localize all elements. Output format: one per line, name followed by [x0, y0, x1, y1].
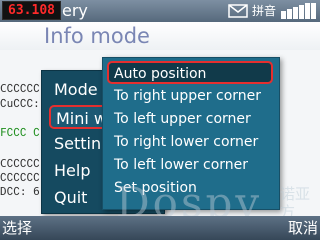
submenu-item-auto-position[interactable]: Auto position: [107, 61, 273, 84]
background-text-line: C∁∁∁∁∁∁: [0, 82, 40, 95]
submenu-item-left-lower[interactable]: To left lower corner: [114, 154, 274, 177]
submenu-item-right-lower[interactable]: To right lower corner: [114, 131, 274, 154]
red-counter-display: 63.108: [2, 1, 61, 20]
softkey-bar: 选择 取消: [0, 216, 320, 240]
envelope-icon: [228, 4, 248, 18]
select-softkey[interactable]: 选择: [2, 216, 32, 240]
background-text-line: ∁∁∁∁∁∁:: [0, 171, 40, 184]
status-bar: 63.108 ery 拼音: [0, 0, 320, 22]
background-text-line: D∁∁: 6: [0, 185, 40, 198]
input-method-indicator: 拼音: [252, 4, 277, 18]
cancel-softkey[interactable]: 取消: [288, 216, 318, 240]
page-title: Info mode: [44, 24, 150, 48]
background-text-line: F∁∁∁ ∁∁: [0, 126, 40, 139]
app-title: ery: [62, 1, 88, 20]
battery-icon: [281, 3, 316, 19]
background-text-line: C∁∁∁∁∁∁∁: [0, 157, 40, 170]
submenu-item-left-upper[interactable]: To left upper corner: [114, 108, 274, 131]
submenu-item-right-upper[interactable]: To right upper corner: [114, 85, 274, 108]
background-text-line: ∁u∁∁∁: 5: [0, 97, 40, 110]
